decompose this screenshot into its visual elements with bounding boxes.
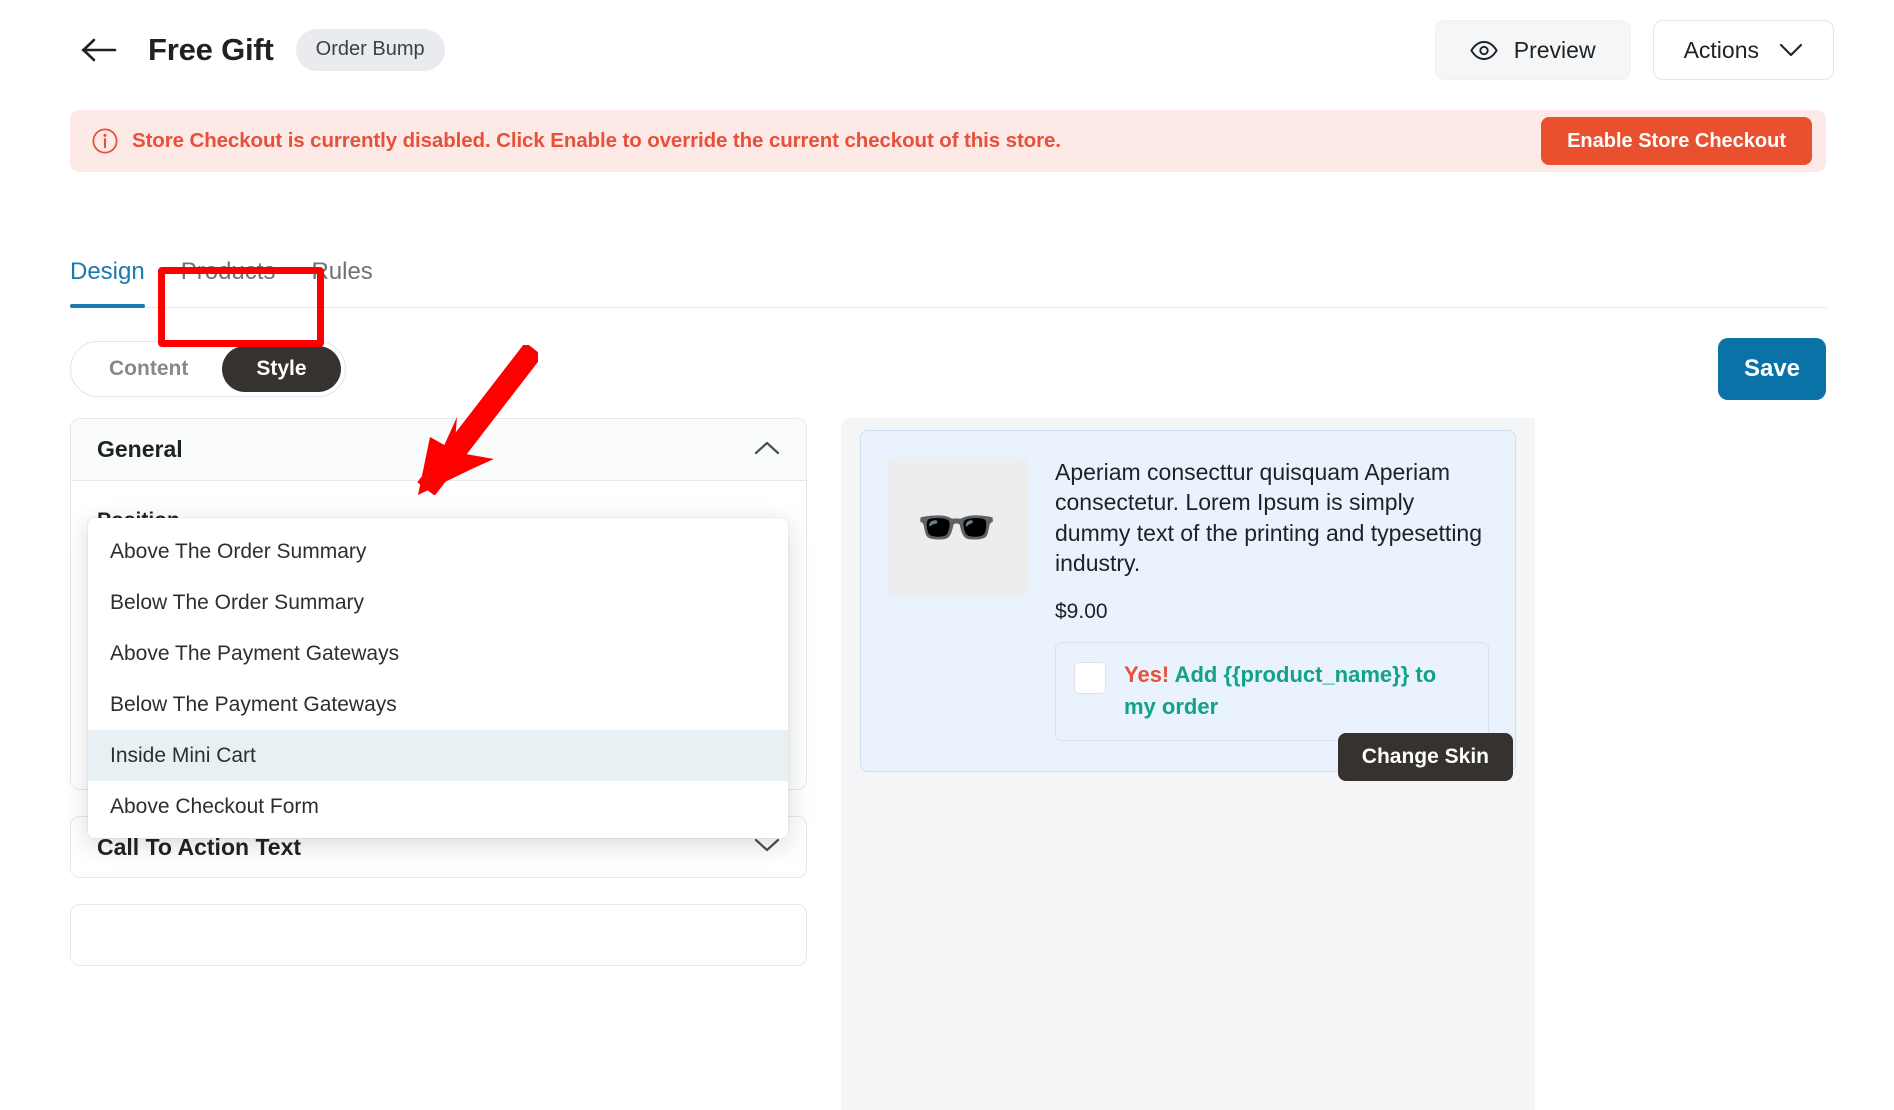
- dropdown-option[interactable]: Above The Payment Gateways: [88, 628, 788, 679]
- content-style-toggle: Content Style: [70, 341, 346, 397]
- header-actions: Preview Actions: [1434, 20, 1834, 80]
- eye-icon: [1470, 40, 1498, 60]
- actions-button-label: Actions: [1683, 36, 1759, 63]
- tab-products[interactable]: Products: [163, 258, 294, 307]
- dropdown-option[interactable]: Above The Order Summary: [88, 526, 788, 577]
- cta-box: Yes! Add {{product_name}} to my order: [1055, 642, 1489, 741]
- back-button[interactable]: [78, 29, 120, 71]
- cta-checkbox[interactable]: [1074, 662, 1106, 695]
- sunglasses-icon: 🕶️: [915, 490, 999, 564]
- chevron-down-icon: [754, 837, 780, 857]
- info-circle-icon: [92, 128, 118, 154]
- alert-message: Store Checkout is currently disabled. Cl…: [132, 129, 1061, 152]
- dropdown-option[interactable]: Above Checkout Form: [88, 781, 788, 832]
- product-thumbnail: 🕶️: [887, 457, 1027, 597]
- store-checkout-alert: Store Checkout is currently disabled. Cl…: [70, 110, 1826, 172]
- enable-store-checkout-button[interactable]: Enable Store Checkout: [1541, 117, 1812, 165]
- change-skin-button[interactable]: Change Skin: [1337, 733, 1513, 781]
- position-dropdown-menu: Above The Order Summary Below The Order …: [88, 518, 788, 838]
- cta-yes-label: Yes!: [1124, 662, 1170, 688]
- order-bump-preview-card: 🕶️ Aperiam consecttur quisquam Aperiam c…: [860, 430, 1516, 772]
- accordion-general-title: General: [97, 436, 183, 462]
- chevron-down-icon: [1779, 43, 1803, 57]
- product-description: Aperiam consecttur quisquam Aperiam cons…: [1055, 459, 1483, 577]
- status-badge: Order Bump: [295, 29, 445, 71]
- actions-button[interactable]: Actions: [1652, 20, 1834, 80]
- cta-text: Yes! Add {{product_name}} to my order: [1124, 659, 1470, 721]
- preview-panel: 🕶️ Aperiam consecttur quisquam Aperiam c…: [841, 418, 1535, 1110]
- product-info: Aperiam consecttur quisquam Aperiam cons…: [1055, 457, 1489, 741]
- editor-toolbar: Content Style Save: [70, 338, 1826, 400]
- accordion-extra[interactable]: [70, 904, 807, 966]
- accordion-general-header[interactable]: General: [71, 419, 806, 481]
- product-price: $9.00: [1055, 600, 1108, 624]
- design-tabs: Design Products Rules: [70, 258, 1826, 308]
- dropdown-option[interactable]: Below The Order Summary: [88, 577, 788, 628]
- arrow-left-icon: [81, 38, 117, 62]
- app-root: Free Gift Order Bump Preview Actions Sto…: [0, 0, 1894, 1110]
- toggle-style[interactable]: Style: [222, 346, 341, 392]
- dropdown-option[interactable]: Below The Payment Gateways: [88, 679, 788, 730]
- dropdown-option-inside-mini-cart[interactable]: Inside Mini Cart: [88, 730, 788, 781]
- toggle-content[interactable]: Content: [75, 346, 222, 392]
- page-header: Free Gift Order Bump Preview Actions: [0, 0, 1894, 100]
- preview-button-label: Preview: [1513, 36, 1596, 63]
- save-button[interactable]: Save: [1718, 338, 1826, 400]
- chevron-up-icon: [754, 440, 780, 460]
- preview-button[interactable]: Preview: [1434, 20, 1631, 80]
- tab-design[interactable]: Design: [70, 258, 163, 308]
- page-title: Free Gift: [148, 32, 274, 67]
- cta-rest-label: Add {{product_name}} to my order: [1124, 662, 1437, 719]
- tab-rules[interactable]: Rules: [293, 258, 390, 307]
